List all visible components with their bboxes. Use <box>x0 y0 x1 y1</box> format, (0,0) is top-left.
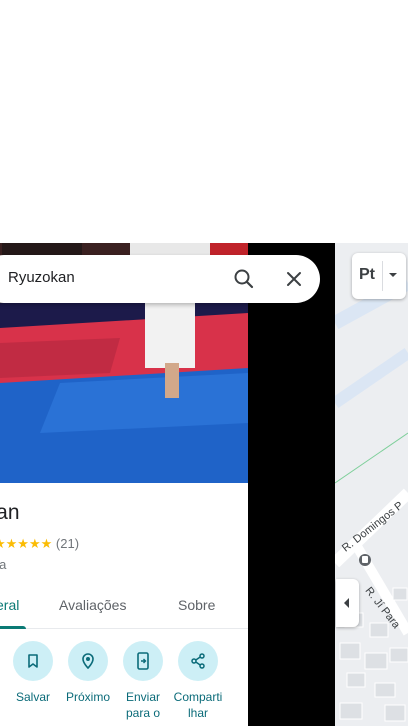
save-button[interactable]: Salvar <box>3 641 63 705</box>
save-button-circle <box>13 641 53 681</box>
layer-label: Pt <box>359 266 375 283</box>
place-category[interactable]: nia <box>0 557 6 572</box>
nearby-button-label: Próximo <box>65 690 110 704</box>
share-icon <box>191 653 205 669</box>
nearby-button[interactable]: Próximo <box>58 641 118 705</box>
rating-stars: ★★★★★ <box>0 536 53 551</box>
close-icon <box>287 272 301 286</box>
blank-area <box>0 0 408 243</box>
chevron-down-icon <box>389 273 397 277</box>
chevron-left-icon <box>344 598 349 608</box>
save-button-label: Salvar <box>15 690 50 704</box>
tab-overview[interactable]: eral <box>0 597 19 613</box>
clear-search-button[interactable] <box>280 265 308 293</box>
map-view[interactable] <box>335 243 408 726</box>
active-tab-indicator <box>0 626 26 629</box>
place-title: okan <box>0 501 20 524</box>
search-icon <box>234 269 254 289</box>
tab-reviews[interactable]: Avaliações <box>59 597 126 613</box>
layer-divider <box>382 261 383 291</box>
send-to-phone-circle <box>123 641 163 681</box>
black-divider <box>248 243 335 726</box>
share-button-label: Comparti lhar <box>173 690 223 720</box>
place-tabs: eral Avaliações Sobre <box>0 583 248 629</box>
collapse-panel-button[interactable] <box>336 579 359 627</box>
nearby-icon <box>82 653 94 670</box>
search-button[interactable] <box>230 265 258 293</box>
share-button-circle <box>178 641 218 681</box>
rating-row[interactable]: ★★★★★ (21) <box>0 536 79 552</box>
rating-count: (21) <box>55 536 80 551</box>
bookmark-icon <box>28 654 38 668</box>
send-to-phone-button[interactable]: Enviar para o <box>113 641 173 721</box>
tab-about[interactable]: Sobre <box>178 597 215 613</box>
send-to-phone-label: Enviar para o <box>125 690 161 720</box>
action-buttons: Salvar Próximo Enviar para o Comparti lh… <box>0 641 248 726</box>
tab-about-label: Sobre <box>178 597 216 613</box>
search-input[interactable]: Ryuzokan <box>8 269 75 286</box>
search-box[interactable]: Ryuzokan <box>0 255 320 303</box>
nearby-button-circle <box>68 641 108 681</box>
send-to-phone-icon <box>137 652 149 670</box>
place-panel: okan ★★★★★ (21) nia eral Avaliações Sobr… <box>0 243 248 726</box>
tab-overview-label: eral <box>0 597 20 613</box>
share-button[interactable]: Comparti lhar <box>168 641 228 721</box>
language-layer-button[interactable]: Pt <box>352 253 406 299</box>
tab-reviews-label: Avaliações <box>59 597 127 613</box>
